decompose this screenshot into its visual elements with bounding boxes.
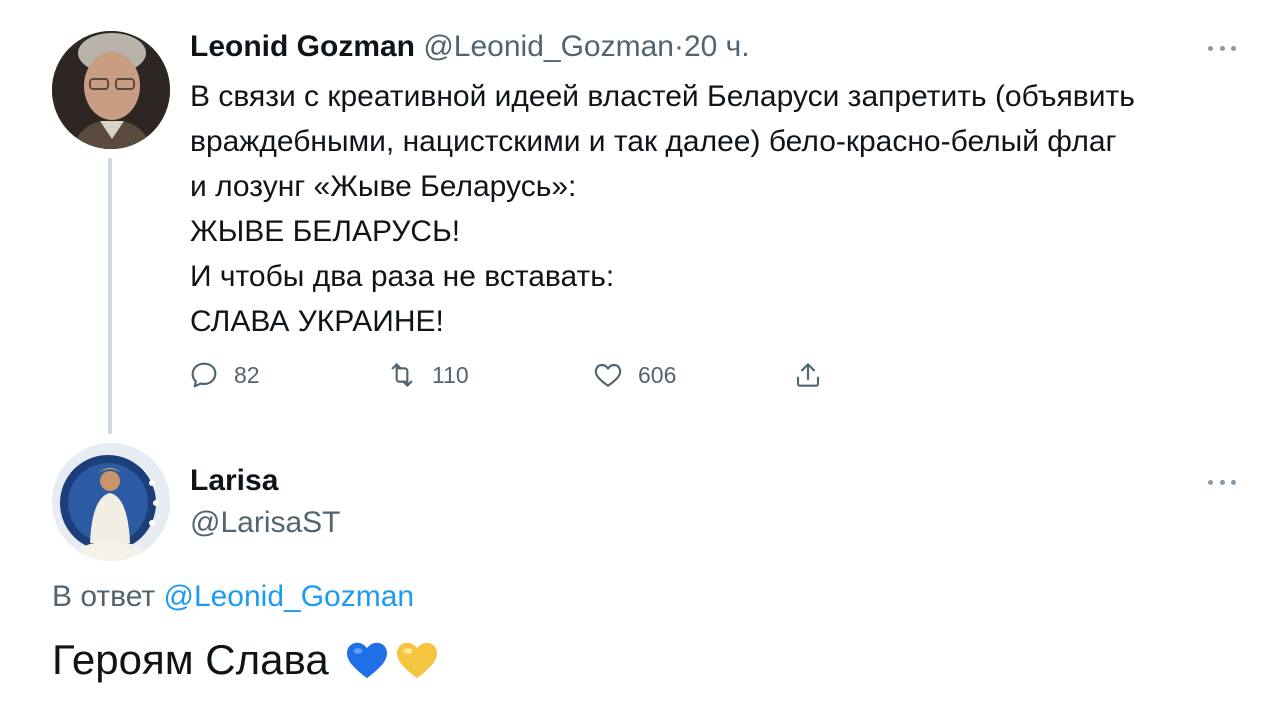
avatar[interactable] xyxy=(52,443,170,561)
share-button[interactable] xyxy=(792,353,824,397)
tweet-line: враждебными, нацистскими и так далее) бе… xyxy=(190,125,1117,158)
share-icon xyxy=(796,363,820,387)
avatar-photo xyxy=(52,443,170,561)
tweet-line: И чтобы два раза не вставать: xyxy=(190,260,615,293)
thread-line xyxy=(108,158,112,434)
avatar[interactable] xyxy=(52,31,170,149)
comment-icon xyxy=(191,362,217,388)
reply-target-link[interactable]: @Leonid_Gozman xyxy=(163,580,414,613)
avatar-photo xyxy=(52,31,170,149)
reply-text: Героям Слава xyxy=(52,632,439,688)
separator: · xyxy=(673,30,684,63)
tweet-header: Leonid Gozman @Leonid_Gozman·20 ч. xyxy=(190,27,750,67)
reply-context: В ответ @Leonid_Gozman xyxy=(52,577,414,617)
retweet-count: 110 xyxy=(432,361,469,388)
tweet-line: ЖЫВЕ БЕЛАРУСЬ! xyxy=(190,215,461,248)
reply-count: 82 xyxy=(234,361,260,388)
more-icon[interactable] xyxy=(1208,44,1236,52)
reply-text-content: Героям Слава xyxy=(52,636,329,683)
author-handle[interactable]: @Leonid_Gozman xyxy=(423,30,674,63)
tweet-line: и лозунг «Жыве Беларусь»: xyxy=(190,170,577,203)
blue-heart-icon xyxy=(346,642,387,679)
tweet-line: В связи с креативной идеей властей Белар… xyxy=(190,80,1135,113)
author-name[interactable]: Leonid Gozman xyxy=(190,30,415,63)
tweet-time[interactable]: 20 ч. xyxy=(684,30,750,63)
tweet-text: В связи с креативной идеей властей Белар… xyxy=(190,74,1250,344)
more-icon[interactable] xyxy=(1208,478,1236,486)
yellow-heart-icon xyxy=(396,642,437,679)
like-count: 606 xyxy=(638,361,677,388)
like-button[interactable]: 606 xyxy=(592,353,676,397)
reply-button[interactable]: 82 xyxy=(188,353,260,397)
reply-author-name[interactable]: Larisa xyxy=(190,461,278,501)
tweet-line: СЛАВА УКРАИНЕ! xyxy=(190,305,444,338)
reply-author-handle[interactable]: @LarisaST xyxy=(190,503,341,543)
retweet-button[interactable]: 110 xyxy=(386,353,469,397)
heart-icon xyxy=(594,363,622,387)
reply-prefix: В ответ xyxy=(52,580,156,613)
retweet-icon xyxy=(391,363,413,387)
